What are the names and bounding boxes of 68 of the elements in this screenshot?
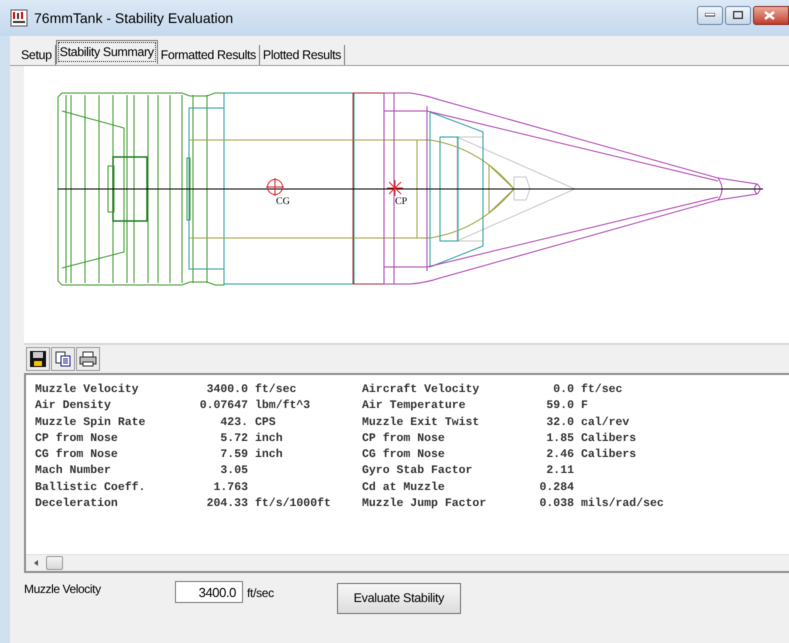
save-button[interactable]	[26, 347, 50, 371]
evaluate-stability-button[interactable]: Evaluate Stability	[336, 583, 461, 614]
horizontal-scrollbar[interactable]	[26, 554, 789, 571]
scrollbar-thumb[interactable]	[46, 556, 63, 570]
result-value: 204.33	[206, 496, 248, 512]
cp-marker-icon	[386, 180, 404, 196]
copy-icon	[55, 351, 71, 367]
result-unit: ft/s/1000ft	[255, 496, 331, 512]
result-value: 0.284	[538, 480, 574, 496]
cg-label: CG	[276, 196, 290, 207]
app-icon	[10, 9, 28, 27]
result-label: CP from Nose	[35, 430, 119, 447]
minimize-button[interactable]	[697, 6, 723, 24]
minimize-icon	[705, 13, 715, 17]
printer-icon	[79, 351, 97, 367]
result-label: Muzzle Velocity	[35, 382, 140, 398]
result-unit: inch	[255, 447, 283, 464]
result-value: 32.0	[545, 414, 574, 431]
result-label: CG from Nose	[35, 447, 119, 464]
result-unit: lbm/ft^3	[255, 398, 310, 414]
result-label: CG from Nose	[362, 447, 446, 464]
result-label: Gyro Stab Factor	[362, 463, 474, 480]
result-label: Mach Number	[35, 463, 112, 480]
result-label: Muzzle Exit Twist	[362, 414, 480, 431]
result-label: Air Temperature	[362, 398, 467, 414]
result-unit: inch	[255, 430, 283, 447]
result-value: 0.038	[538, 496, 574, 512]
result-value: 7.59	[219, 447, 248, 464]
result-value: 0.07647	[198, 398, 248, 414]
result-value: 3400.0	[206, 382, 248, 398]
maximize-button[interactable]	[725, 6, 751, 24]
result-label: Aircraft Velocity	[362, 382, 480, 398]
result-unit: CPS	[255, 414, 276, 431]
restore-icon	[733, 11, 743, 19]
result-value: 3.05	[219, 463, 248, 480]
cg-marker-icon	[266, 178, 284, 196]
print-button[interactable]	[76, 347, 100, 371]
result-label: Cd at Muzzle	[362, 480, 446, 496]
result-unit: cal/rev	[581, 414, 630, 431]
result-value: 2.11	[545, 463, 574, 480]
copy-button[interactable]	[51, 347, 75, 371]
unit-label: ft/sec	[247, 585, 274, 602]
tab[interactable]: Stability Summary	[56, 40, 158, 64]
close-button[interactable]	[753, 6, 789, 24]
result-unit: Calibers	[581, 430, 636, 447]
result-value: 2.46	[545, 447, 574, 464]
result-value: 5.72	[219, 430, 248, 447]
result-label: Muzzle Jump Factor	[362, 496, 488, 512]
result-label: Ballistic Coeff.	[35, 480, 146, 496]
result-value: 1.763	[212, 480, 248, 496]
cp-label: CP	[395, 196, 408, 207]
window-title: 76mmTank - Stability Evaluation	[34, 8, 234, 28]
result-label: Muzzle Spin Rate	[35, 414, 146, 431]
result-value: 59.0	[545, 398, 574, 414]
result-unit: F	[581, 398, 588, 414]
result-label: CP from Nose	[362, 430, 446, 447]
result-unit: mils/rad/sec	[581, 496, 664, 512]
result-value: 0.0	[552, 382, 574, 398]
result-unit: Calibers	[581, 447, 636, 464]
field-label: Muzzle Velocity	[24, 581, 102, 598]
result-label: Deceleration	[35, 496, 119, 512]
muzzle-velocity-field[interactable]: 3400.0	[175, 581, 243, 603]
result-value: 1.85	[545, 430, 574, 447]
result-label: Air Density	[35, 398, 112, 414]
result-unit: ft/sec	[255, 382, 296, 398]
result-value: 423.	[219, 414, 248, 431]
close-icon	[764, 10, 775, 20]
result-unit: ft/sec	[581, 382, 622, 398]
